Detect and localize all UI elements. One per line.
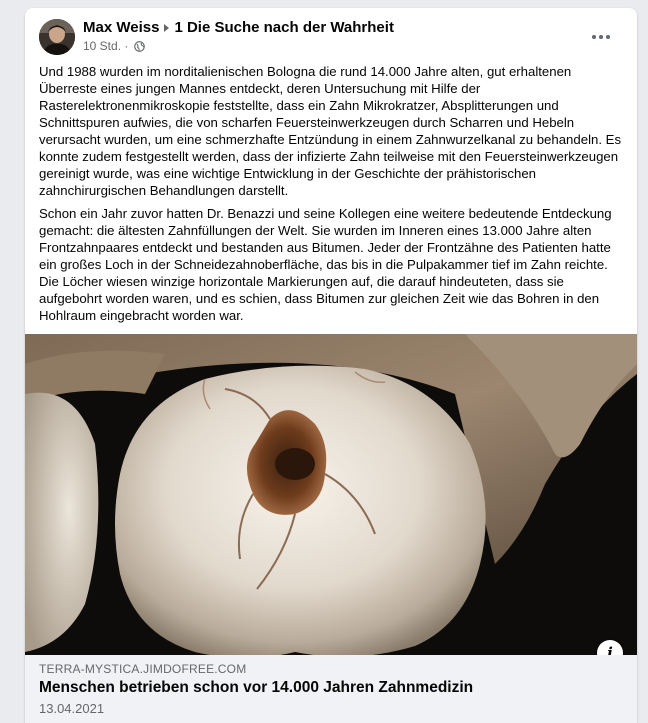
post-body: Und 1988 wurden im norditalienischen Bol… (39, 63, 623, 330)
avatar-image (39, 19, 75, 55)
more-options-button[interactable] (587, 27, 615, 47)
globe-icon (133, 41, 145, 52)
post-paragraph-1: Und 1988 wurden im norditalienischen Bol… (39, 64, 622, 198)
info-icon: i (607, 644, 613, 655)
post-meta: 10 Std. · (83, 39, 145, 53)
link-domain: TERRA-MYSTICA.JIMDOFREE.COM (39, 662, 247, 676)
meta-separator: · (124, 39, 129, 53)
link-title[interactable]: Menschen betrieben schon vor 14.000 Jahr… (39, 679, 473, 697)
post-image[interactable]: i (25, 334, 637, 655)
caret-right-icon (164, 23, 170, 32)
post-paragraph-2: Schon ein Jahr zuvor hatten Dr. Benazzi … (39, 206, 612, 323)
tooth-photo (25, 334, 637, 655)
link-preview[interactable]: TERRA-MYSTICA.JIMDOFREE.COM Menschen bet… (25, 655, 637, 723)
post-time[interactable]: 10 Std. (83, 39, 121, 53)
post-author-line: Max Weiss 1 Die Suche nach der Wahrheit (83, 19, 394, 37)
post-header: Max Weiss 1 Die Suche nach der Wahrheit 1… (39, 19, 625, 59)
author-name[interactable]: Max Weiss (83, 19, 159, 36)
post-card: Max Weiss 1 Die Suche nach der Wahrheit 1… (25, 8, 637, 723)
more-horizontal-icon (592, 35, 596, 39)
link-date: 13.04.2021 (39, 701, 105, 716)
group-name[interactable]: 1 Die Suche nach der Wahrheit (174, 19, 394, 36)
avatar[interactable] (39, 19, 75, 55)
